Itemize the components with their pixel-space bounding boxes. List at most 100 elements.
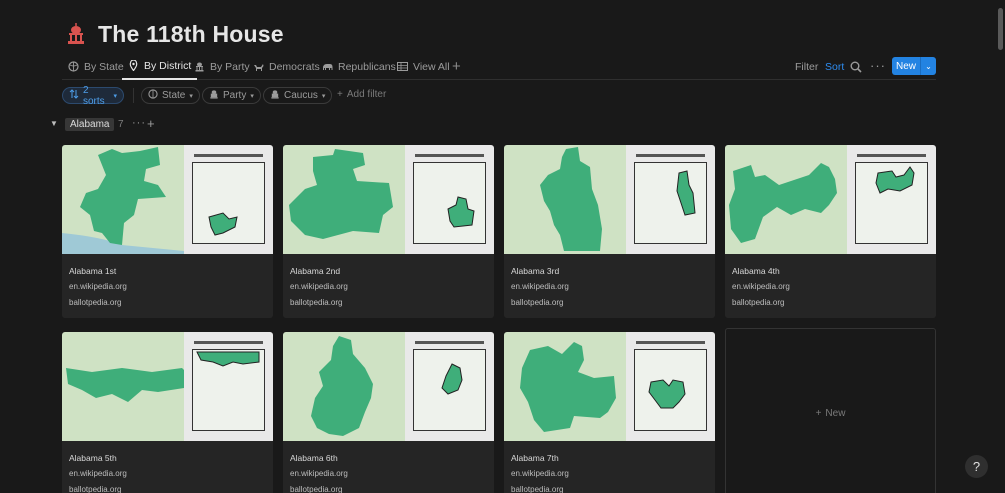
gallery-card[interactable]: Alabama 3rd en.wikipedia.org ballotpedia… <box>504 145 715 318</box>
new-button-label: New <box>895 60 916 72</box>
district-map-image <box>504 332 626 441</box>
wikipedia-link[interactable]: en.wikipedia.org <box>511 282 569 291</box>
district-locator-map <box>405 145 494 254</box>
scrollbar[interactable] <box>998 8 1003 50</box>
group-count: 7 <box>118 119 124 130</box>
district-map-image <box>62 332 184 441</box>
card-cover-image <box>504 332 715 441</box>
ballotpedia-link[interactable]: ballotpedia.org <box>290 298 342 307</box>
new-card-button[interactable]: + New <box>725 328 936 493</box>
card-title: Alabama 4th <box>732 266 780 276</box>
district-map-image <box>504 145 626 254</box>
card-title: Alabama 1st <box>69 266 117 276</box>
district-map-image <box>62 145 184 254</box>
ballotpedia-link[interactable]: ballotpedia.org <box>69 485 121 493</box>
district-map-image <box>283 145 405 254</box>
wikipedia-link[interactable]: en.wikipedia.org <box>69 469 127 478</box>
add-view-button[interactable]: + <box>452 58 461 75</box>
district-locator-map <box>184 332 273 441</box>
card-title: Alabama 5th <box>69 453 117 463</box>
map-pin-icon <box>128 60 139 71</box>
gallery-card[interactable]: Alabama 1st en.wikipedia.org ballotpedia… <box>62 145 273 318</box>
tab-by-district[interactable]: By District <box>122 53 198 80</box>
state-filter-pill[interactable]: State ▾ <box>141 87 200 104</box>
party-filter-pill[interactable]: Party ▾ <box>202 87 261 104</box>
card-title: Alabama 6th <box>290 453 338 463</box>
chevron-down-icon: ▾ <box>189 92 193 100</box>
capitol-building-icon <box>270 89 280 102</box>
district-locator-map <box>847 145 936 254</box>
brain-icon <box>68 61 79 72</box>
add-filter-label: Add filter <box>346 89 387 100</box>
district-locator-map <box>405 332 494 441</box>
wikipedia-link[interactable]: en.wikipedia.org <box>290 282 348 291</box>
tab-by-party[interactable]: By Party <box>194 53 250 80</box>
page-title: The 118th House <box>98 20 284 47</box>
plus-icon: + <box>337 89 343 100</box>
district-locator-map <box>626 145 715 254</box>
group-collapse-toggle[interactable]: ▼ <box>50 119 58 128</box>
card-cover-image <box>283 145 494 254</box>
ballotpedia-link[interactable]: ballotpedia.org <box>732 298 784 307</box>
party-filter-label: Party <box>223 90 247 101</box>
new-button[interactable]: New ⌄ <box>892 57 936 75</box>
caucus-filter-pill[interactable]: Caucus ▾ <box>263 87 333 104</box>
group-add-button[interactable]: + <box>147 116 155 131</box>
tab-view-all[interactable]: View All <box>397 53 450 80</box>
capitol-building-icon <box>66 22 86 46</box>
sort-arrows-icon <box>69 89 79 102</box>
brain-icon <box>148 89 158 102</box>
district-map-image <box>725 145 847 254</box>
filter-button[interactable]: Filter <box>795 61 818 73</box>
tab-republicans[interactable]: Republicans <box>322 53 396 80</box>
card-title: Alabama 7th <box>511 453 559 463</box>
card-title: Alabama 2nd <box>290 266 341 276</box>
sorts-pill[interactable]: 2 sorts ▾ <box>62 84 124 107</box>
gallery-card[interactable]: Alabama 4th en.wikipedia.org ballotpedia… <box>725 145 936 318</box>
tab-label: By State <box>84 60 124 73</box>
search-icon[interactable] <box>850 60 862 73</box>
capitol-building-icon <box>209 89 219 102</box>
ballotpedia-link[interactable]: ballotpedia.org <box>290 485 342 493</box>
state-filter-label: State <box>162 90 186 101</box>
tab-label: By Party <box>210 60 250 73</box>
group-label[interactable]: Alabama <box>65 118 115 131</box>
wikipedia-link[interactable]: en.wikipedia.org <box>511 469 569 478</box>
divider <box>133 88 134 103</box>
wikipedia-link[interactable]: en.wikipedia.org <box>69 282 127 291</box>
page-header: The 118th House <box>66 18 284 50</box>
chevron-down-icon: ▾ <box>113 92 117 100</box>
ballotpedia-link[interactable]: ballotpedia.org <box>511 298 563 307</box>
caucus-filter-label: Caucus <box>284 90 318 101</box>
sort-button[interactable]: Sort <box>825 61 844 73</box>
ballotpedia-link[interactable]: ballotpedia.org <box>511 485 563 493</box>
tab-label: By District <box>144 59 192 72</box>
card-cover-image <box>283 332 494 441</box>
wikipedia-link[interactable]: en.wikipedia.org <box>290 469 348 478</box>
chevron-down-icon: ▾ <box>250 92 254 100</box>
database-page: The 118th House By State By District By … <box>0 0 1005 493</box>
help-button[interactable]: ? <box>965 455 988 478</box>
chevron-down-icon: ▾ <box>321 92 326 100</box>
elephant-icon <box>322 61 333 72</box>
card-cover-image <box>62 145 273 254</box>
tab-by-state[interactable]: By State <box>68 53 124 80</box>
tab-label: Republicans <box>338 60 396 73</box>
chevron-down-icon[interactable]: ⌄ <box>921 62 936 71</box>
sorts-label: 2 sorts <box>83 84 105 107</box>
card-cover-image <box>504 145 715 254</box>
ballotpedia-link[interactable]: ballotpedia.org <box>69 298 121 307</box>
district-locator-map <box>184 145 273 254</box>
gallery-card[interactable]: Alabama 7th en.wikipedia.org ballotpedia… <box>504 332 715 493</box>
group-more-button[interactable]: ··· <box>132 117 146 129</box>
wikipedia-link[interactable]: en.wikipedia.org <box>732 282 790 291</box>
add-filter-button[interactable]: + Add filter <box>337 89 386 100</box>
tab-democrats[interactable]: Democrats <box>253 53 320 80</box>
gallery-card[interactable]: Alabama 2nd en.wikipedia.org ballotpedia… <box>283 145 494 318</box>
gallery-card[interactable]: Alabama 6th en.wikipedia.org ballotpedia… <box>283 332 494 493</box>
gallery-card[interactable]: Alabama 5th en.wikipedia.org ballotpedia… <box>62 332 273 493</box>
card-cover-image <box>62 332 273 441</box>
table-icon <box>397 61 408 72</box>
new-card-label: New <box>825 407 846 419</box>
more-options-button[interactable]: ··· <box>870 58 886 73</box>
